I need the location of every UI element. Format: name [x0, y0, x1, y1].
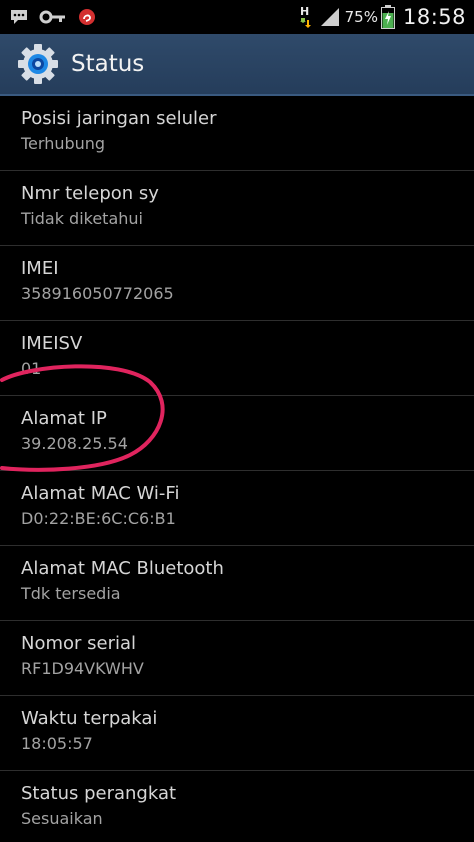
list-item-value: 358916050772065 — [21, 284, 174, 303]
action-bar: Status — [0, 34, 474, 96]
list-item-label: IMEI — [21, 258, 59, 279]
list-item-value: Sesuaikan — [21, 809, 103, 828]
chat-icon — [9, 8, 29, 26]
list-item-wifi-mac[interactable]: Alamat MAC Wi-Fi D0:22:BE:6C:C6:B1 — [0, 471, 474, 546]
list-item-label: Alamat IP — [21, 408, 107, 429]
list-item-value: Tidak diketahui — [21, 209, 143, 228]
list-item-value: 39.208.25.54 — [21, 434, 128, 453]
list-item-bluetooth-mac[interactable]: Alamat MAC Bluetooth Tdk tersedia — [0, 546, 474, 621]
list-item-label: Alamat MAC Bluetooth — [21, 558, 224, 579]
page-title: Status — [71, 51, 145, 77]
list-item-network-state[interactable]: Posisi jaringan seluler Terhubung — [0, 96, 474, 171]
list-item-imei[interactable]: IMEI 358916050772065 — [0, 246, 474, 321]
settings-gear-icon[interactable] — [17, 43, 59, 85]
list-item-value: D0:22:BE:6C:C6:B1 — [21, 509, 176, 528]
list-item-value: 18:05:57 — [21, 734, 93, 753]
battery-charging-icon — [380, 5, 395, 29]
list-item-label: Nmr telepon sy — [21, 183, 159, 204]
list-item-label: Waktu terpakai — [21, 708, 158, 729]
signal-icon — [319, 7, 341, 27]
list-item-label: Nomor serial — [21, 633, 137, 654]
app-notification-icon — [77, 7, 97, 27]
list-item-ip-address[interactable]: Alamat IP 39.208.25.54 — [0, 396, 474, 471]
list-item-value: 01 — [21, 359, 42, 378]
list-item-value: RF1D94VKWHV — [21, 659, 144, 678]
list-item-imeisv[interactable]: IMEISV 01 — [0, 321, 474, 396]
list-item-label: Posisi jaringan seluler — [21, 108, 217, 129]
list-item-serial-number[interactable]: Nomor serial RF1D94VKWHV — [0, 621, 474, 696]
list-item-uptime[interactable]: Waktu terpakai 18:05:57 — [0, 696, 474, 771]
list-item-label: IMEISV — [21, 333, 83, 354]
list-item-label: Alamat MAC Wi-Fi — [21, 483, 180, 504]
svg-text:H: H — [300, 5, 309, 18]
list-item-phone-number[interactable]: Nmr telepon sy Tidak diketahui — [0, 171, 474, 246]
list-item-value: Tdk tersedia — [21, 584, 121, 603]
list-item-label: Status perangkat — [21, 783, 177, 804]
list-item-value: Terhubung — [21, 134, 106, 153]
status-list: Posisi jaringan seluler Terhubung Nmr te… — [0, 96, 474, 842]
list-item-device-status[interactable]: Status perangkat Sesuaikan — [0, 771, 474, 842]
status-bar: H 75% 18:58 — [0, 0, 474, 34]
key-icon — [39, 9, 67, 25]
data-arrows-icon: H — [297, 4, 313, 30]
battery-percent: 75% — [344, 8, 378, 26]
clock: 18:58 — [402, 5, 466, 29]
